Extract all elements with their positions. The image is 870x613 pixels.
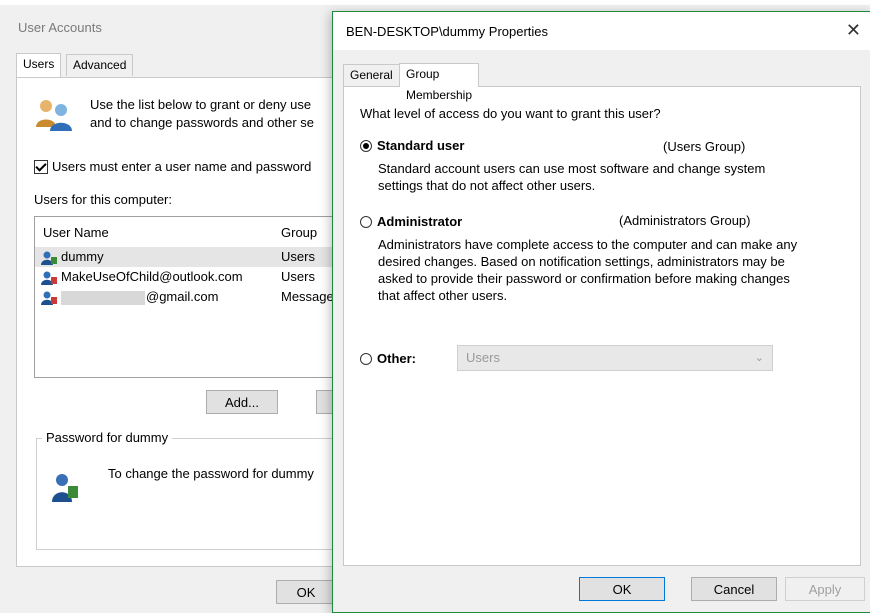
group-membership-panel <box>343 86 861 566</box>
users-group-note: (Users Group) <box>663 139 746 154</box>
column-group[interactable]: Group <box>281 225 317 240</box>
administrator-radio[interactable]: Administrator <box>360 214 462 229</box>
dialog-title: BEN-DESKTOP\dummy Properties <box>346 24 549 39</box>
radio-unselected-icon[interactable] <box>360 215 372 228</box>
user-key-icon <box>50 472 80 505</box>
users-list-header: User Name Group <box>35 217 345 245</box>
user-name: dummy <box>61 249 104 264</box>
user-name: @gmail.com <box>146 289 219 304</box>
administrators-group-note: (Administrators Group) <box>619 213 751 228</box>
user-name: MakeUseOfChild@outlook.com <box>61 269 243 284</box>
properties-dialog: BEN-DESKTOP\dummy Properties ✕ General G… <box>332 11 870 613</box>
password-group-box <box>36 438 348 550</box>
password-group-label: Password for dummy <box>42 430 173 445</box>
users-group-icon <box>34 97 74 136</box>
user-group: Message <box>281 289 334 304</box>
standard-user-description: Standard account users can use most soft… <box>378 161 766 193</box>
chevron-down-icon: ⌄ <box>754 352 764 364</box>
user-accounts-ok-button[interactable]: OK <box>276 580 336 604</box>
add-user-button[interactable]: Add... <box>206 390 278 414</box>
users-list[interactable]: User Name Group dummy Users MakeUseOfChi… <box>34 216 346 378</box>
other-group-select-value: Users <box>466 350 500 365</box>
administrator-label: Administrator <box>377 214 463 229</box>
other-group-select[interactable]: Users ⌄ <box>457 345 773 371</box>
tab-group-membership[interactable]: Group Membership <box>399 63 480 102</box>
checkbox-checked[interactable] <box>34 159 48 174</box>
apply-button[interactable]: Apply <box>785 577 865 601</box>
must-enter-password-checkbox[interactable]: Users must enter a user name and passwor… <box>34 159 311 174</box>
other-radio[interactable]: Other: <box>360 351 416 366</box>
cancel-button[interactable]: Cancel <box>691 577 777 601</box>
password-change-text: To change the password for dummy <box>108 466 314 481</box>
intro-text: Use the list below to grant or deny use … <box>90 97 315 130</box>
close-icon[interactable]: ✕ <box>846 20 861 41</box>
standard-user-radio[interactable]: Standard user <box>360 138 464 153</box>
access-question: What level of access do you want to gran… <box>360 106 661 121</box>
ok-button[interactable]: OK <box>579 577 665 601</box>
column-user-name[interactable]: User Name <box>43 225 109 240</box>
table-row[interactable]: dummy Users <box>35 247 345 267</box>
user-group: Users <box>281 249 315 264</box>
tab-general[interactable]: General <box>343 64 400 86</box>
table-row[interactable]: MakeUseOfChild@outlook.com Users <box>35 267 345 287</box>
must-enter-password-label: Users must enter a user name and passwor… <box>52 159 312 174</box>
table-row[interactable]: @gmail.com Message <box>35 287 345 307</box>
window-edge <box>0 0 870 5</box>
tab-advanced[interactable]: Advanced <box>66 54 134 76</box>
user-group: Users <box>281 269 315 284</box>
users-for-computer-label: Users for this computer: <box>34 192 172 207</box>
administrator-description: Administrators have complete access to t… <box>378 237 798 303</box>
window-title: User Accounts <box>18 20 102 35</box>
standard-user-label: Standard user <box>377 138 465 153</box>
radio-unselected-icon[interactable] <box>360 352 372 365</box>
radio-selected-icon[interactable] <box>360 139 372 152</box>
user-icon <box>41 291 57 311</box>
tab-users[interactable]: Users <box>16 53 62 77</box>
redaction-block <box>61 290 145 305</box>
other-label: Other: <box>377 351 416 366</box>
user-name-redacted: @gmail.com <box>61 287 218 307</box>
dialog-titlebar[interactable]: BEN-DESKTOP\dummy Properties ✕ <box>333 12 870 50</box>
